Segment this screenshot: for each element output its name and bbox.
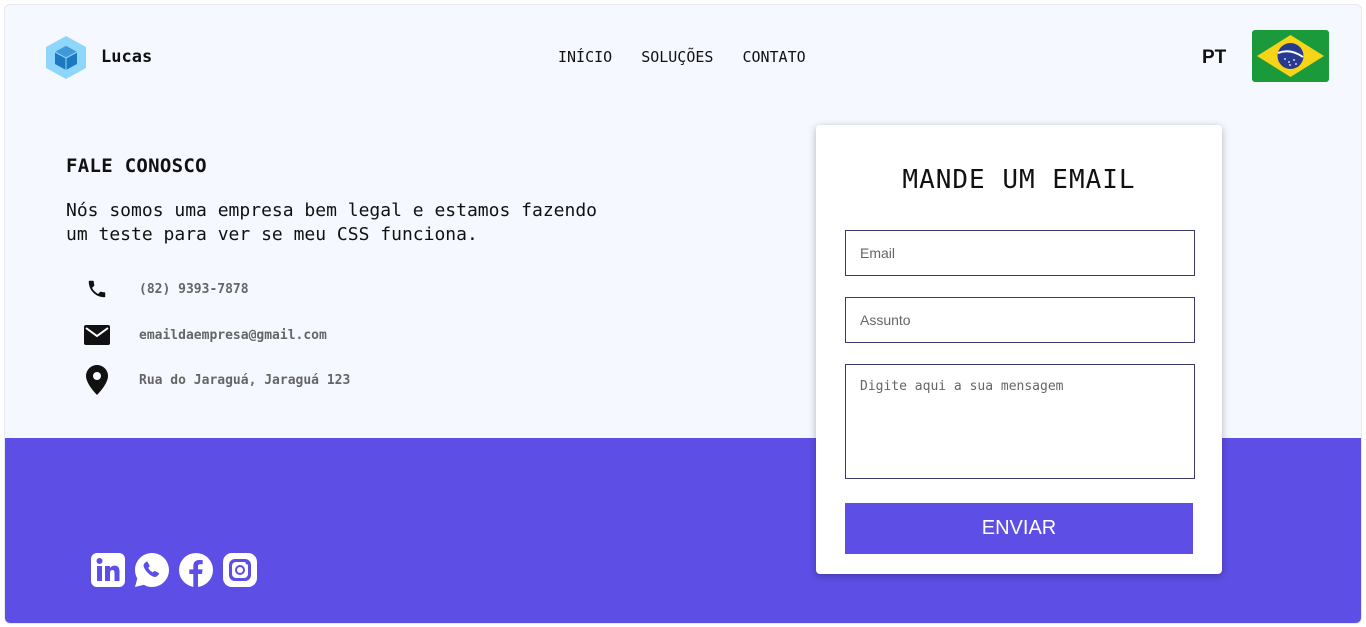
nav-contato[interactable]: CONTATO [742, 48, 805, 66]
form-title: MANDE UM EMAIL [902, 165, 1136, 195]
brazil-flag-icon[interactable] [1252, 30, 1329, 82]
map-pin-icon [83, 365, 111, 395]
linkedin-icon[interactable] [90, 552, 126, 588]
facebook-icon[interactable] [178, 552, 214, 588]
phone-row: (82) 9393-7878 [83, 274, 249, 304]
nav-solucoes[interactable]: SOLUÇÕES [641, 48, 713, 66]
instagram-icon[interactable] [222, 552, 258, 588]
message-field[interactable] [845, 364, 1195, 479]
contact-description: Nós somos uma empresa bem legal e estamo… [66, 200, 598, 245]
whatsapp-icon[interactable] [134, 552, 170, 588]
cube-logo-icon[interactable] [43, 34, 89, 80]
subject-field[interactable] [845, 297, 1195, 343]
social-links [90, 552, 258, 588]
nav-inicio[interactable]: INÍCIO [558, 48, 612, 66]
email-address: emaildaempresa@gmail.com [139, 327, 327, 343]
address: Rua do Jaraguá, Jaraguá 123 [139, 372, 351, 388]
phone-number: (82) 9393-7878 [139, 281, 249, 297]
email-field[interactable] [845, 230, 1195, 276]
email-form-card: MANDE UM EMAIL ENVIAR [816, 125, 1222, 574]
send-button[interactable]: ENVIAR [845, 503, 1193, 554]
language-code[interactable]: PT [1202, 47, 1226, 69]
envelope-icon [83, 320, 111, 350]
main-nav: INÍCIO SOLUÇÕES CONTATO [558, 48, 806, 66]
contact-heading: FALE CONOSCO [66, 155, 207, 177]
brand-name: Lucas [101, 47, 153, 67]
page: Lucas INÍCIO SOLUÇÕES CONTATO PT FALE CO… [4, 4, 1362, 624]
phone-icon [83, 274, 111, 304]
email-row: emaildaempresa@gmail.com [83, 320, 327, 350]
address-row: Rua do Jaraguá, Jaraguá 123 [83, 365, 350, 395]
